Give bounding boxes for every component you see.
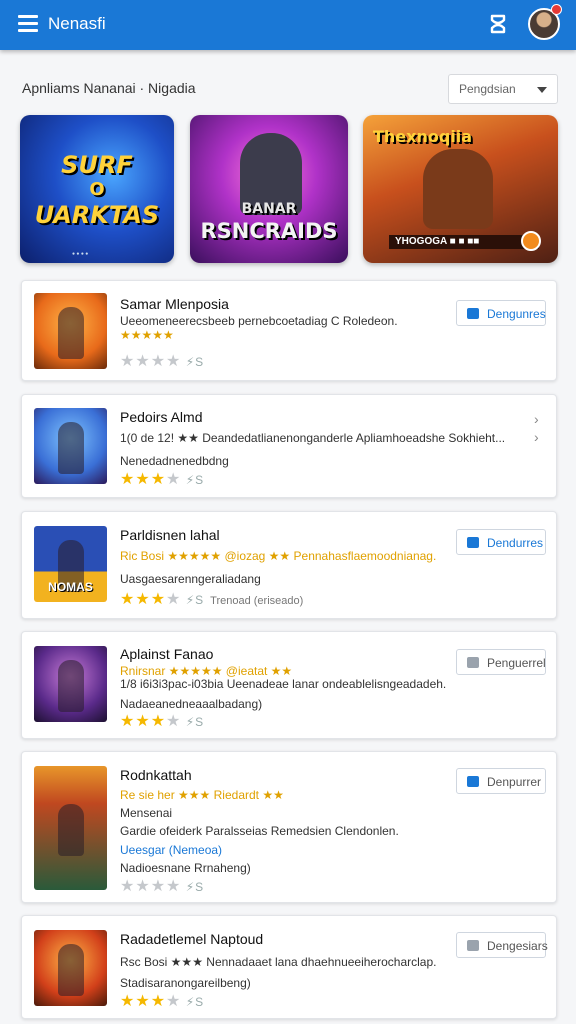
thumbs-up-icon [467, 776, 479, 787]
hero-figure [423, 149, 493, 229]
section-title: Apnliams Nananai · Nigadia [22, 80, 196, 96]
dropdown-value: Pengdsian [459, 82, 516, 96]
play-icon[interactable] [521, 231, 541, 251]
item-title: Pedoirs Almd [120, 409, 203, 425]
download-button[interactable]: Dengesiars [456, 932, 548, 958]
game-thumbnail: NOMAS [34, 526, 107, 602]
item-description: Ueeomeneerecsbeeb pernebcoetadiag C Role… [120, 314, 398, 328]
featured-banner-3[interactable]: Thexnoqiia YHOGOGA ■ ■ ■■ [363, 115, 558, 263]
star-rating: ★★★★ ⚡S [120, 878, 205, 895]
banner-title-line: O [89, 179, 105, 200]
list-item[interactable]: Rodnkattah Re sie her ★★★ Riedardt ★★ Me… [21, 751, 557, 903]
share-icon[interactable] [488, 13, 508, 35]
list-item[interactable]: Pedoirs Almd 1(0 de 12! ★★ Deandedatlian… [21, 394, 557, 498]
featured-banner-2[interactable]: BANAR RSNCRAIDS [190, 115, 348, 263]
bird-icon [467, 657, 479, 668]
chevron-right-icon[interactable]: › [534, 411, 539, 427]
item-category: Mensenai [120, 806, 173, 820]
item-subtitle: Nadaeanedneaaalbadang) [120, 697, 263, 711]
game-thumbnail [34, 293, 107, 369]
chevron-right-icon[interactable]: › [534, 429, 539, 445]
item-description: 1/8 i6i3i3pac-i03bia Ueenadeae lanar ond… [120, 677, 447, 691]
banner-caption: YHOGOGA ■ ■ ■■ [389, 235, 539, 249]
item-subtitle: Nadioesnane Rrnaheng) [120, 861, 251, 875]
user-icon [467, 537, 479, 548]
game-thumbnail [34, 930, 107, 1006]
star-rating: ★★★★ ⚡S [120, 471, 205, 488]
banner-dots: ● ● ● ● [72, 251, 89, 257]
star-rating: ★★★★ ⚡S [120, 993, 205, 1010]
list-item[interactable]: Samar Mlenposia Ueeomeneerecsbeeb perneb… [21, 280, 557, 381]
star-rating: ★★★★ ⚡S [120, 353, 205, 370]
game-thumbnail [34, 766, 107, 890]
game-thumbnail [34, 408, 107, 484]
item-description: 1(0 de 12! ★★ Deandedatlianenonganderle … [120, 431, 506, 445]
star-rating: ★★★★ ⚡S Trenoad (eriseado) [120, 591, 304, 608]
save-icon [467, 940, 479, 951]
banner-title-line: RSNCRAIDS [200, 219, 338, 243]
filter-dropdown[interactable]: Pengdsian [448, 74, 558, 104]
game-thumbnail [34, 646, 107, 722]
item-rating-line: ★★★★★ [120, 328, 174, 342]
item-developer: Ueesgar (Nemeoa) [120, 843, 223, 857]
item-title: Radadetlemel Naptoud [120, 931, 264, 947]
list-item[interactable]: NOMAS Parldisnen lahal Ric Bosi ★★★★★ @i… [21, 511, 557, 619]
app-title: Nenasfi [48, 14, 106, 33]
item-subtitle: Stadisaranongareilbeng) [120, 976, 251, 990]
list-item[interactable]: Radadetlemel Naptoud Rsc Bosi ★★★ Nennad… [21, 915, 557, 1019]
download-button[interactable]: Dendurres [456, 529, 546, 555]
item-description: Ric Bosi ★★★★★ @iozag ★★ Pennahasflaemoo… [120, 549, 437, 563]
item-rating-line: Rnirsnar ★★★★★ @ieatat ★★ [120, 664, 293, 678]
bird-icon [467, 308, 479, 319]
item-title: Parldisnen lahal [120, 527, 220, 543]
item-title: Aplainst Fanao [120, 646, 214, 662]
item-description: Gardie ofeiderk Paralsseias Remedsien Cl… [120, 824, 399, 838]
item-subtitle: Nenedadnenedbdng [120, 454, 229, 468]
banner-title-line: SURF [61, 151, 133, 179]
download-button[interactable]: Denpurrer [456, 768, 546, 794]
featured-banner-1[interactable]: SURF O UARKTAS ● ● ● ● [20, 115, 174, 263]
item-title: Samar Mlenposia [120, 296, 229, 312]
chevron-down-icon [537, 87, 547, 93]
item-subtitle: Uasgaesarenngeraliadang [120, 572, 261, 586]
banner-title-line: BANAR [241, 201, 297, 217]
download-button[interactable]: Dengunres [456, 300, 546, 326]
banner-title-line: Thexnoqiia [373, 127, 473, 146]
star-rating: ★★★★ ⚡S [120, 713, 205, 730]
list-item[interactable]: Aplainst Fanao Rnirsnar ★★★★★ @ieatat ★★… [21, 631, 557, 739]
menu-icon[interactable] [18, 15, 38, 33]
item-description: Rsc Bosi ★★★ Nennadaaet lana dhaehnueeih… [120, 955, 437, 969]
download-button[interactable]: Penguerrel [456, 649, 546, 675]
item-rating-line: Re sie her ★★★ Riedardt ★★ [120, 788, 284, 802]
app-bar: Nenasfi [0, 0, 576, 50]
notification-badge [551, 4, 562, 15]
banner-title-line: UARKTAS [34, 201, 160, 229]
item-title: Rodnkattah [120, 767, 192, 783]
